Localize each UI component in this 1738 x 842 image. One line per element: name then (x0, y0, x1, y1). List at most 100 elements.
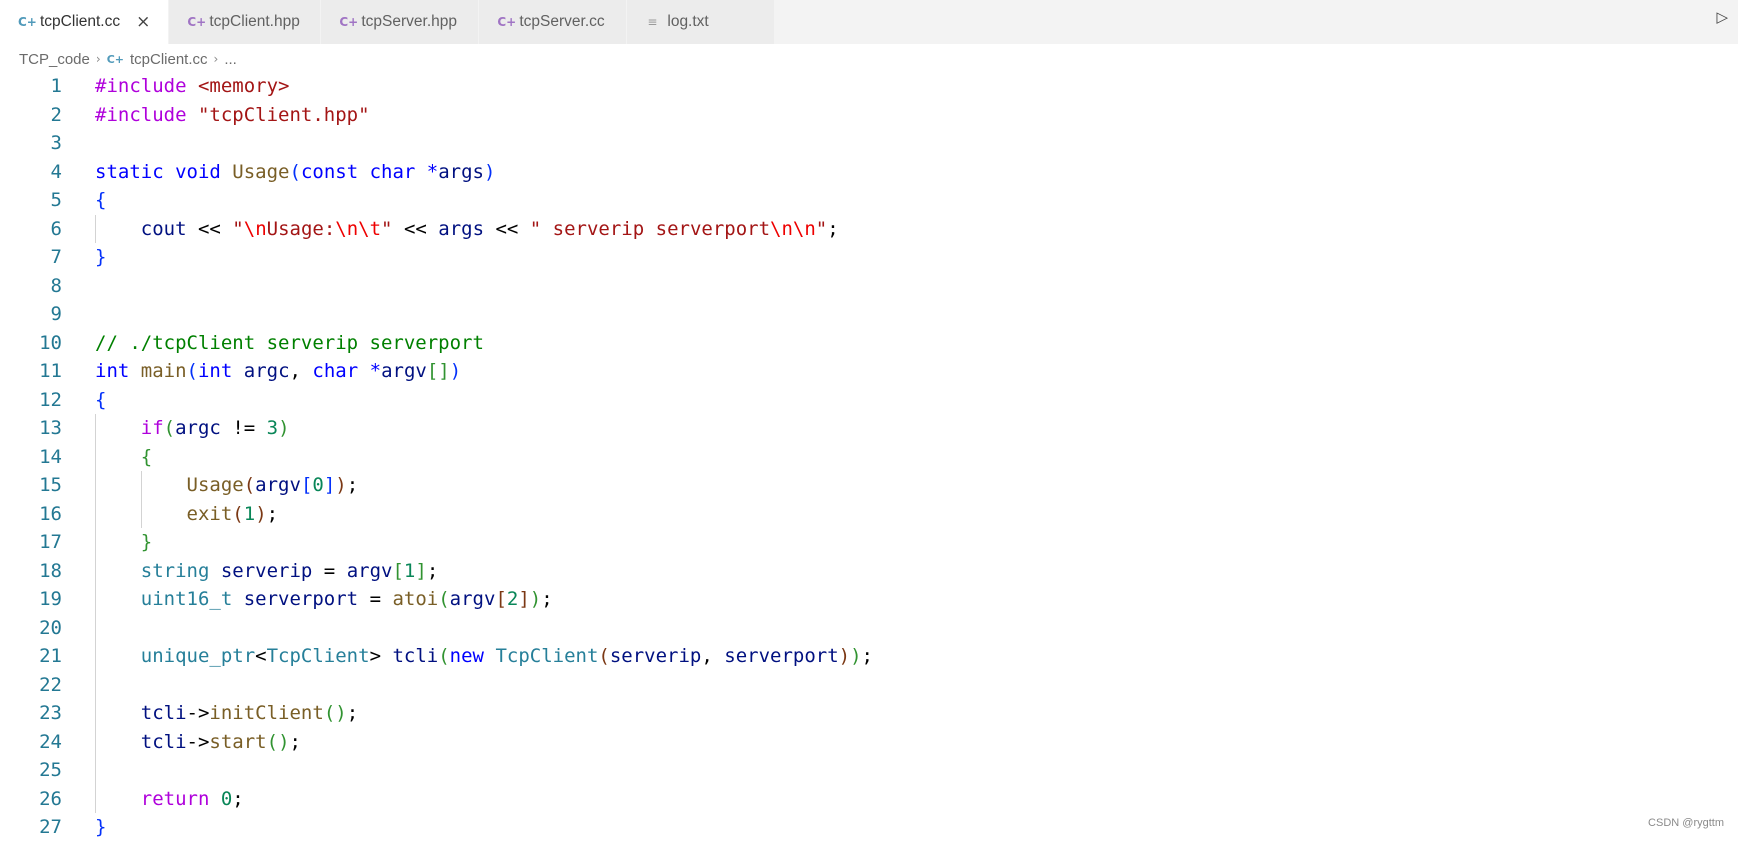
tab-tcpclient-hpp[interactable]: C+ tcpClient.hpp (169, 0, 322, 44)
code-token: unique_ptr (140, 645, 256, 667)
line-number: 7 (50, 246, 62, 268)
code-token: ; (346, 474, 359, 496)
close-icon[interactable]: × (136, 12, 150, 32)
code-token: serverip (220, 559, 324, 582)
code-text: tcli->initClient(); (95, 699, 358, 728)
code-token: static (95, 160, 176, 183)
code-token: initClient (209, 702, 324, 724)
line-number: 11 (39, 360, 62, 382)
code-text: { (95, 186, 106, 215)
code-line: 25 (0, 756, 1738, 785)
code-token: ) (255, 502, 267, 525)
tab-log-txt[interactable]: ≡ log.txt (627, 0, 776, 44)
code-token: args (438, 160, 484, 183)
line-number: 9 (50, 303, 62, 325)
code-token: ) (449, 360, 462, 382)
code-text: string serverip = argv[1]; (95, 557, 439, 586)
code-token: { (95, 189, 107, 211)
indent-guide (95, 414, 96, 813)
code-line: 21 unique_ptr<TcpClient> tcli(new TcpCli… (0, 642, 1738, 671)
code-line: 3 (0, 129, 1738, 158)
code-token: char (369, 160, 427, 183)
cpp-file-icon: C+ (106, 52, 124, 66)
code-line: 11 int main(int argc, char *argv[]) (0, 357, 1738, 386)
line-number: 12 (39, 388, 62, 411)
line-number: 26 (39, 787, 62, 810)
code-text: exit(1); (95, 500, 279, 529)
indent-guide (141, 471, 142, 528)
code-token: ) (278, 417, 290, 439)
code-token: -> (186, 702, 210, 724)
run-icon[interactable]: ▷ (1716, 8, 1728, 26)
code-token: } (95, 816, 107, 838)
line-number: 16 (39, 502, 62, 525)
code-token: ( (598, 645, 610, 667)
code-text: int main(int argc, char *argv[]) (95, 357, 461, 386)
tab-label: log.txt (667, 13, 709, 30)
code-text: { (95, 386, 106, 415)
code-line: 20 (0, 614, 1738, 643)
line-number: 8 (50, 274, 62, 297)
code-token: ; (266, 502, 279, 525)
code-token: << (197, 217, 233, 240)
code-token: , (701, 645, 725, 667)
code-token: ; (861, 645, 873, 667)
code-line: 13 if(argc != 3) (0, 414, 1738, 443)
code-text: Usage(argv[0]); (95, 471, 359, 500)
breadcrumb-more[interactable]: ... (224, 51, 237, 68)
code-token: return (140, 787, 221, 810)
breadcrumb-file[interactable]: tcpClient.cc (130, 51, 208, 68)
code-editor[interactable]: 1 #include <memory> 2 #include "tcpClient.h… (0, 72, 1738, 842)
tab-tcpserver-hpp[interactable]: C+ tcpServer.hpp (321, 0, 480, 44)
code-token: ] (518, 588, 530, 610)
code-token: int (197, 360, 244, 382)
editor-tab-bar: C+ tcpClient.cc × C+ tcpClient.hpp C+ tc… (0, 0, 1738, 44)
line-number: 27 (39, 816, 62, 838)
code-token: argv (255, 474, 301, 496)
code-token: ; (346, 702, 359, 724)
code-token: TcpClient (266, 645, 370, 667)
code-token: argc (175, 417, 233, 439)
code-token: () (323, 702, 347, 724)
code-token: start (209, 730, 267, 753)
code-token: ( (163, 417, 176, 439)
code-token: ) (529, 588, 542, 610)
tab-tcpserver-cc[interactable]: C+ tcpServer.cc (479, 0, 628, 44)
code-line: 6 cout << "\nUsage:\n\t" << args << " se… (0, 215, 1738, 244)
cpp-file-icon: C+ (18, 15, 37, 29)
code-line: 27} (0, 813, 1738, 842)
code-token: < (255, 645, 267, 667)
code-token: << (403, 217, 439, 240)
code-token: tcli (140, 730, 187, 753)
code-text: { (95, 443, 152, 472)
code-token: != (232, 417, 267, 439)
line-number: 18 (39, 559, 62, 582)
chevron-right-icon: › (95, 52, 101, 66)
code-token: [ (300, 474, 313, 496)
code-token: ( (232, 502, 244, 525)
line-number: 13 (39, 417, 62, 439)
code-token: cout (140, 217, 198, 240)
code-line: 12 { (0, 386, 1738, 415)
code-token: ( (186, 360, 198, 382)
breadcrumb-folder[interactable]: TCP_code (19, 51, 90, 68)
code-token: if (140, 417, 164, 439)
code-token: * (426, 160, 439, 183)
code-token: 1 (243, 502, 256, 525)
code-line: 23 tcli->initClient(); (0, 699, 1738, 728)
line-number: 10 (39, 331, 62, 354)
code-line: 16 exit(1); (0, 500, 1738, 529)
code-token: ( (289, 160, 301, 183)
code-token: = (369, 588, 393, 610)
code-text: // ./tcpClient serverip serverport (95, 329, 484, 358)
tab-tcpclient-cc[interactable]: C+ tcpClient.cc × (0, 0, 170, 44)
code-token: string (140, 559, 221, 582)
code-token: ( (243, 474, 256, 496)
code-token: void (175, 160, 233, 183)
code-token: [ (392, 559, 404, 582)
code-token: ) (850, 645, 862, 667)
code-line: 8 (0, 272, 1738, 301)
